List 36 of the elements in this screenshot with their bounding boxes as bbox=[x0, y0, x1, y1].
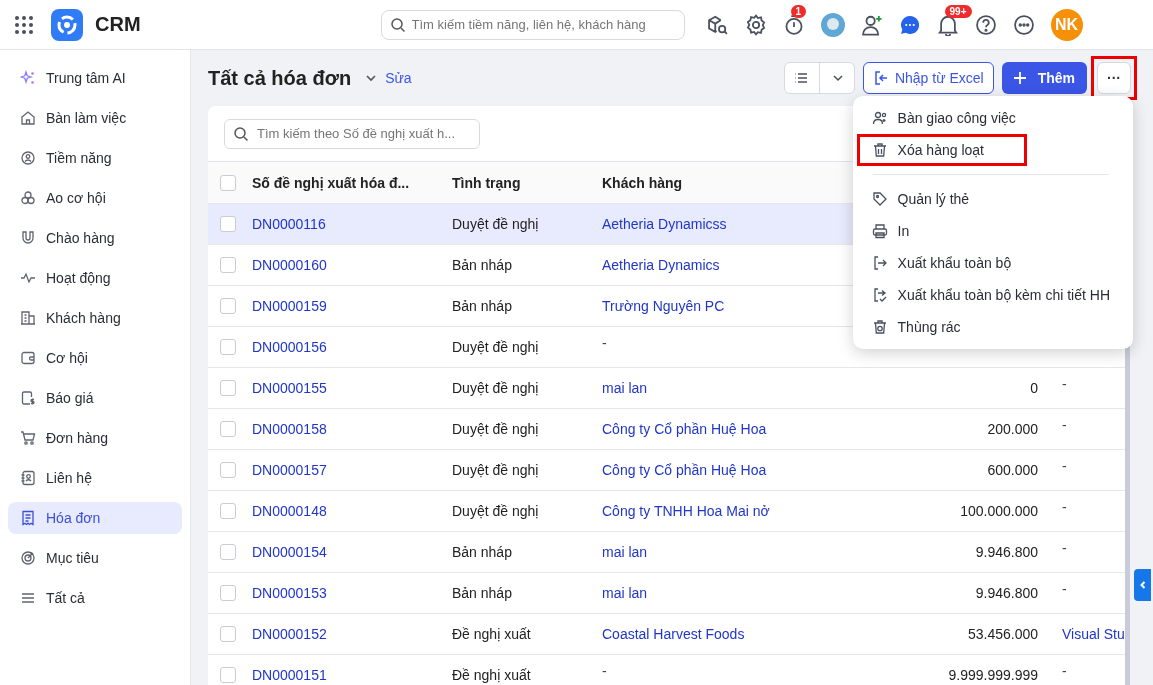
table-cell: 9.946.800 bbox=[975, 585, 1038, 601]
table-cell: - bbox=[1062, 499, 1067, 515]
table-cell: - bbox=[1062, 458, 1067, 474]
table-cell: 200.000 bbox=[987, 421, 1038, 437]
column-header: Số đề nghị xuất hóa đ... bbox=[252, 174, 410, 191]
table-cell: 9.999.999.999 bbox=[948, 667, 1038, 683]
table-cell: - bbox=[1062, 663, 1067, 679]
table-cell: Duyệt đề nghị bbox=[452, 462, 539, 478]
table-cell: - bbox=[1062, 376, 1067, 392]
table-cell: 9.946.800 bbox=[975, 544, 1038, 560]
table-cell: Bản nháp bbox=[452, 585, 512, 601]
table-cell: Duyệt đề nghị bbox=[452, 339, 539, 355]
table-cell: 53.456.000 bbox=[967, 626, 1038, 642]
table-cell: 0 bbox=[1030, 380, 1038, 396]
table-cell: Duyệt đề nghị bbox=[452, 503, 539, 519]
column-header: Tình trạng bbox=[452, 174, 521, 191]
app-name: CRM bbox=[95, 13, 141, 36]
table-cell: Duyệt đề nghị bbox=[452, 216, 539, 232]
table-cell: - bbox=[1062, 581, 1067, 597]
table-cell: Duyệt đề nghị bbox=[452, 421, 539, 437]
table-cell: Đề nghị xuất bbox=[452, 667, 531, 683]
notification-badge: 1 bbox=[790, 4, 807, 18]
column-header: Khách hàng bbox=[602, 174, 683, 191]
table-cell: - bbox=[1062, 540, 1067, 556]
table-cell: Đề nghị xuất bbox=[452, 626, 531, 642]
table-cell: 600.000 bbox=[987, 462, 1038, 478]
table-cell: Duyệt đề nghị bbox=[452, 380, 539, 396]
page-title: Tất cả hóa đơn bbox=[208, 66, 352, 90]
notification-badge: 99+ bbox=[944, 4, 972, 18]
table-cell: - bbox=[602, 663, 607, 679]
table-cell: Bản nháp bbox=[452, 544, 512, 560]
table-cell: Bản nháp bbox=[452, 257, 512, 273]
table-cell: 100.000.000 bbox=[960, 503, 1038, 519]
table-cell: - bbox=[602, 335, 607, 351]
table-cell: - bbox=[1062, 417, 1067, 433]
table-cell: Bản nháp bbox=[452, 298, 512, 314]
